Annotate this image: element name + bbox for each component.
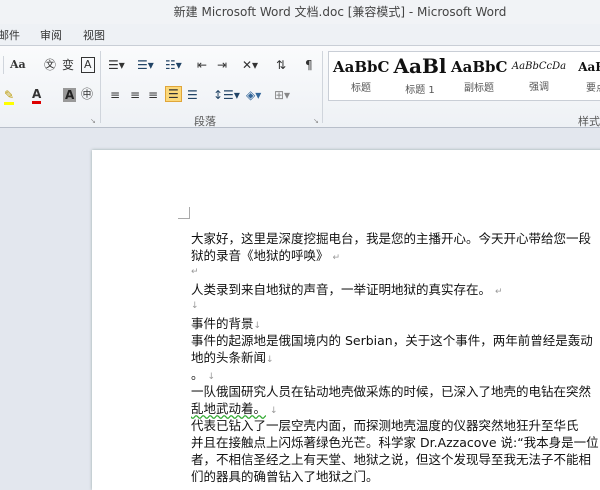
paragraph-dialog-launcher-icon[interactable]: ↘ xyxy=(313,114,319,128)
style-heading-1[interactable]: AaBl 标题 1 xyxy=(391,54,449,96)
highlight-icon[interactable]: ✎ xyxy=(4,88,15,105)
document-page[interactable]: 大家好，这里是深度挖掘电台，我是您的主播开心。今天开心带给您一段 狱的录音《地狱… xyxy=(92,150,600,490)
doc-line: 地的头条新闻 xyxy=(191,350,267,365)
shading-icon[interactable]: ◈▾ xyxy=(246,88,261,102)
doc-line: 者，不相信圣经之上有天堂、地狱之说，但这个发现导至我无法子不能相 xyxy=(191,452,592,467)
doc-line: 人类录到来自地狱的声音，一举证明地狱的真实存在。 xyxy=(191,282,492,297)
change-case-button[interactable]: Aa xyxy=(10,58,26,72)
doc-line: 代表已钻入了一层空壳内面，而探测地壳温度的仪器突然地狂升至华氏 xyxy=(191,418,579,433)
tab-mailings[interactable]: 邮件 xyxy=(0,27,20,43)
justify-icon[interactable]: ☰ xyxy=(165,86,182,102)
enclose-char-icon[interactable]: 变 xyxy=(62,58,74,72)
style-subtitle[interactable]: AaBbC 副标题 xyxy=(451,58,507,94)
borders-icon[interactable]: ⊞▾ xyxy=(274,88,290,102)
bullets-icon[interactable]: ☰▾ xyxy=(108,58,125,72)
doc-line: 乱地武动着。 xyxy=(191,401,267,416)
distributed-icon[interactable]: ☰ xyxy=(187,88,198,102)
tab-view[interactable]: 视图 xyxy=(83,27,105,43)
align-left-icon[interactable]: ≡ xyxy=(110,88,120,102)
numbering-icon[interactable]: ☰▾ xyxy=(137,58,154,72)
font-dialog-launcher-icon[interactable]: ↘ xyxy=(90,114,96,128)
decrease-indent-icon[interactable]: ⇤ xyxy=(197,58,207,72)
align-right-icon[interactable]: ≡ xyxy=(148,88,158,102)
doc-line: 事件的背景 xyxy=(191,316,254,331)
style-title[interactable]: AaBbC 标题 xyxy=(333,58,389,94)
paragraph-group-label: 段落 xyxy=(194,115,216,128)
document-body[interactable]: 大家好，这里是深度挖掘电台，我是您的主播开心。今天开心带给您一段 狱的录音《地狱… xyxy=(191,230,600,485)
ribbon: Aa ㉆ 变 A ✎ A A ㊥ ☰▾ ☰▾ ☷▾ ⇤ ⇥ ✕▾ ⇅ ¶ ≡ ≡… xyxy=(0,45,600,128)
enclosed-char-icon[interactable]: ㊥ xyxy=(81,87,93,101)
doc-line: 。 xyxy=(191,367,204,382)
show-marks-icon[interactable]: ¶ xyxy=(305,58,313,72)
margin-corner-mark xyxy=(178,207,190,219)
multilevel-list-icon[interactable]: ☷▾ xyxy=(165,58,182,72)
window-title: 新建 Microsoft Word 文档.doc [兼容模式] - Micros… xyxy=(173,5,507,19)
doc-line: 并且在接触点上闪烁著绿色光芒。科学家 Dr.Azzacove 说:“我本身是一位 xyxy=(191,435,599,450)
sort-icon[interactable]: ⇅ xyxy=(276,58,286,72)
styles-gallery: AaBbC标题 AaBl标题 1 AaBbC副标题 AaBbCcDa强调 AaB… xyxy=(328,51,600,101)
line-spacing-icon[interactable]: ↕☰▾ xyxy=(213,88,240,102)
style-emphasis[interactable]: AaBbCcDa 强调 xyxy=(510,61,568,93)
doc-line: 事件的起源地是俄国境内的 Serbian，关于这个事件，两年前曾经是轰动 xyxy=(191,333,593,348)
char-border-icon[interactable]: A xyxy=(81,57,95,73)
char-shading-icon[interactable]: A xyxy=(63,88,77,102)
title-bar: 新建 Microsoft Word 文档.doc [兼容模式] - Micros… xyxy=(0,0,600,24)
doc-line: 狱的录音《地狱的呼唤》 xyxy=(191,248,329,263)
phonetic-guide-icon[interactable]: ㉆ xyxy=(44,58,56,72)
doc-line: 们的器具的确曾钻入了地狱之门。 xyxy=(191,469,379,484)
styles-group-label: 样式 xyxy=(578,115,600,128)
chinese-layout-icon[interactable]: ✕▾ xyxy=(242,58,258,72)
tab-review[interactable]: 审阅 xyxy=(40,27,62,43)
increase-indent-icon[interactable]: ⇥ xyxy=(217,58,227,72)
doc-line: 大家好，这里是深度挖掘电台，我是您的主播开心。今天开心带给您一段 xyxy=(191,231,592,246)
doc-line: 一队俄国研究人员在钻动地壳做采炼的时候，已深入了地壳的电钻在突然 xyxy=(191,384,592,399)
style-strong[interactable]: AaBb要点 xyxy=(571,60,600,94)
ribbon-tabs: 邮件 审阅 视图 xyxy=(0,24,600,45)
font-color-icon[interactable]: A xyxy=(32,87,42,104)
align-center-icon[interactable]: ≡ xyxy=(130,88,140,102)
